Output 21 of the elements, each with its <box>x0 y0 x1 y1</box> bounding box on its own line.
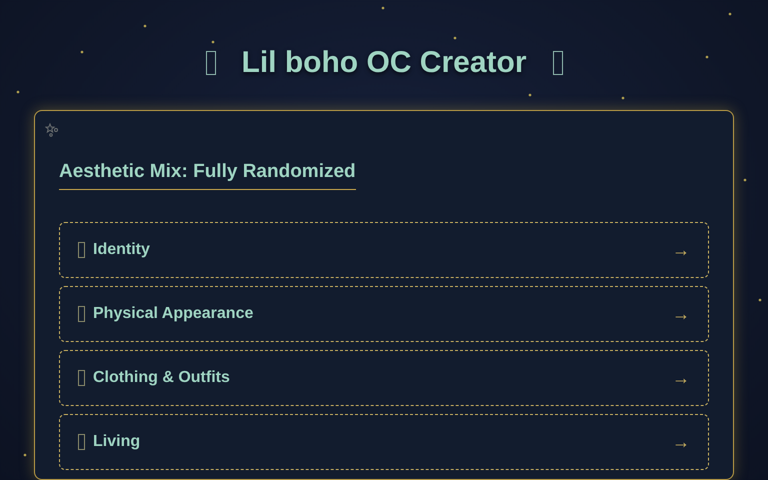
sparkle-icon <box>45 123 61 137</box>
section-row[interactable]: Clothing & Outfits → <box>59 350 709 406</box>
arrow-glyph: → <box>672 368 690 388</box>
app-title: Lil boho OC Creator <box>242 46 526 80</box>
glyph-icon <box>78 306 85 322</box>
section-heading: Aesthetic Mix: Fully Randomized <box>59 161 356 190</box>
arrow-glyph: → <box>672 304 690 324</box>
glyph-icon <box>78 434 85 450</box>
section-label: Physical Appearance <box>93 305 254 323</box>
section-label: Clothing & Outfits <box>93 369 231 387</box>
section-label: Living <box>93 433 142 451</box>
glyph-icon <box>552 51 562 75</box>
glyph-icon <box>78 242 85 258</box>
glyph-icon <box>78 370 85 386</box>
arrow-glyph: → <box>672 240 690 260</box>
glyph-icon <box>206 51 216 75</box>
section-row[interactable]: Identity → <box>59 222 709 278</box>
arrow-glyph: → <box>672 432 690 452</box>
section-label: Identity <box>93 241 151 259</box>
section-row[interactable]: Physical Appearance → <box>59 286 709 342</box>
section-row[interactable]: Living → <box>59 414 709 470</box>
